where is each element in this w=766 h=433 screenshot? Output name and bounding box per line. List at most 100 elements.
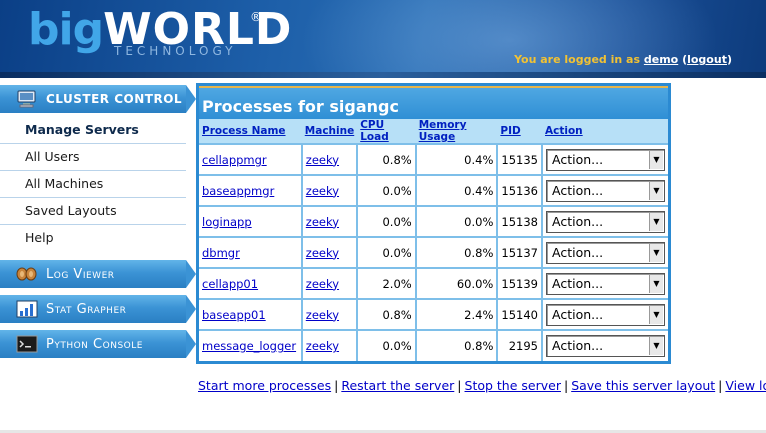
view-log-link[interactable]: View log	[725, 378, 766, 393]
memory-usage-cell: 0.0%	[415, 205, 499, 237]
col-memory-usage[interactable]: Memory Usage	[415, 119, 498, 144]
console-icon	[16, 335, 38, 353]
nav-cluster-control[interactable]: CLUSTER CONTROL	[0, 85, 196, 113]
action-select[interactable]: Action... ▼	[546, 210, 665, 233]
machine-link[interactable]: zeeky	[306, 308, 339, 322]
nav-python-console-label: Python Console	[46, 336, 143, 352]
action-select[interactable]: Action... ▼	[546, 241, 665, 264]
process-name-link[interactable]: dbmgr	[202, 246, 240, 260]
process-name-link[interactable]: baseappmgr	[202, 184, 274, 198]
restart-server-link[interactable]: Restart the server	[341, 378, 454, 393]
machine-link[interactable]: zeeky	[306, 153, 339, 167]
chevron-down-icon: ▼	[649, 212, 663, 231]
pid-cell: 15135	[497, 143, 543, 175]
table-row: baseappmgr zeeky 0.0% 0.4% 15136 Action.…	[199, 174, 668, 206]
pid-cell: 15140	[497, 298, 543, 330]
logo-big: big	[28, 4, 104, 55]
action-select[interactable]: Action... ▼	[546, 179, 665, 202]
nav-stat-grapher[interactable]: Stat Grapher	[0, 295, 196, 323]
server-actions-links: Start more processes | Restart the server |…	[198, 378, 766, 393]
memory-usage-cell: 2.4%	[415, 298, 499, 330]
table-row: cellappmgr zeeky 0.8% 0.4% 15135 Action.…	[199, 143, 668, 175]
panel-title: Processes for sigangc	[199, 86, 668, 119]
action-select[interactable]: Action... ▼	[546, 303, 665, 326]
process-name-link[interactable]: message_logger	[202, 339, 296, 353]
memory-usage-cell: 0.4%	[415, 143, 499, 175]
process-name-link[interactable]: cellappmgr	[202, 153, 267, 167]
log-viewer-icon	[16, 265, 38, 283]
action-select[interactable]: Action... ▼	[546, 272, 665, 295]
cpu-load-cell: 0.0%	[357, 205, 417, 237]
chevron-down-icon: ▼	[649, 337, 663, 355]
action-select[interactable]: Action... ▼	[546, 148, 665, 171]
pid-cell: 15138	[497, 205, 543, 237]
machine-link[interactable]: zeeky	[306, 339, 339, 353]
save-server-layout-link[interactable]: Save this server layout	[571, 378, 715, 393]
table-row: dbmgr zeeky 0.0% 0.8% 15137 Action... ▼	[199, 236, 668, 268]
login-status: You are logged in as demo (logout)	[514, 53, 732, 66]
table-header-row: Process Name Machine CPU Load Memory Usa…	[199, 119, 668, 144]
chevron-down-icon: ▼	[649, 305, 663, 324]
chevron-down-icon: ▼	[649, 150, 663, 169]
nav-python-console[interactable]: Python Console	[0, 330, 196, 358]
chevron-down-icon: ▼	[649, 243, 663, 262]
logo-technology: TECHNOLOGY	[114, 44, 237, 58]
sidebar: CLUSTER CONTROL Manage Servers All Users…	[0, 85, 196, 365]
sidebar-item-saved-layouts[interactable]: Saved Layouts	[0, 198, 186, 225]
cpu-load-cell: 0.0%	[357, 329, 417, 361]
processes-panel: Processes for sigangc Process Name Machi…	[196, 83, 671, 364]
col-cpu-load[interactable]: CPU Load	[357, 119, 416, 144]
cpu-load-cell: 0.8%	[357, 298, 417, 330]
chevron-down-icon: ▼	[649, 181, 663, 200]
memory-usage-cell: 0.4%	[415, 174, 499, 206]
processes-table: Process Name Machine CPU Load Memory Usa…	[199, 119, 668, 361]
process-name-link[interactable]: cellapp01	[202, 277, 258, 291]
sidebar-item-help[interactable]: Help	[0, 225, 186, 252]
machine-link[interactable]: zeeky	[306, 215, 339, 229]
cluster-submenu: Manage Servers All Users All Machines Sa…	[0, 117, 186, 252]
col-machine[interactable]: Machine	[301, 119, 358, 144]
sidebar-item-all-machines[interactable]: All Machines	[0, 171, 186, 198]
chevron-down-icon: ▼	[649, 274, 663, 293]
cpu-load-cell: 0.8%	[357, 143, 417, 175]
cpu-load-cell: 2.0%	[357, 267, 417, 299]
cluster-computer-icon	[16, 90, 38, 108]
process-name-link[interactable]: baseapp01	[202, 308, 266, 322]
sidebar-item-all-users[interactable]: All Users	[0, 144, 186, 171]
col-process-name[interactable]: Process Name	[199, 119, 302, 144]
nav-log-viewer[interactable]: Log Viewer	[0, 260, 196, 288]
nav-stat-grapher-label: Stat Grapher	[46, 301, 127, 317]
table-row: loginapp zeeky 0.0% 0.0% 15138 Action...…	[199, 205, 668, 237]
action-select[interactable]: Action... ▼	[546, 335, 665, 357]
col-action[interactable]: Action	[542, 119, 668, 144]
machine-link[interactable]: zeeky	[306, 246, 339, 260]
header-stripe	[0, 72, 766, 78]
col-pid[interactable]: PID	[497, 119, 542, 144]
cpu-load-cell: 0.0%	[357, 236, 417, 268]
logout-link[interactable]: logout	[687, 53, 727, 66]
login-prefix: You are logged in as	[514, 53, 641, 66]
pid-cell: 15137	[497, 236, 543, 268]
pid-cell: 15139	[497, 267, 543, 299]
memory-usage-cell: 0.8%	[415, 236, 499, 268]
bar-chart-icon	[16, 300, 38, 318]
start-more-processes-link[interactable]: Start more processes	[198, 378, 331, 393]
pid-cell: 2195	[497, 329, 543, 361]
stop-server-link[interactable]: Stop the server	[465, 378, 561, 393]
table-row: cellapp01 zeeky 2.0% 60.0% 15139 Action.…	[199, 267, 668, 299]
header-banner: bigWORLD ® TECHNOLOGY You are logged in …	[0, 0, 766, 78]
logo-registered: ®	[250, 10, 262, 24]
process-name-link[interactable]: loginapp	[202, 215, 252, 229]
machine-link[interactable]: zeeky	[306, 277, 339, 291]
cpu-load-cell: 0.0%	[357, 174, 417, 206]
machine-link[interactable]: zeeky	[306, 184, 339, 198]
nav-log-viewer-label: Log Viewer	[46, 266, 115, 282]
memory-usage-cell: 60.0%	[415, 267, 499, 299]
username-link[interactable]: demo	[644, 53, 678, 66]
header-glow	[300, 0, 720, 78]
memory-usage-cell: 0.8%	[415, 329, 499, 361]
sidebar-item-manage-servers[interactable]: Manage Servers	[0, 117, 186, 144]
table-row: baseapp01 zeeky 0.8% 2.4% 15140 Action..…	[199, 298, 668, 330]
bigworld-logo: bigWORLD ® TECHNOLOGY	[28, 4, 292, 58]
table-row: message_logger zeeky 0.0% 0.8% 2195 Acti…	[199, 329, 668, 361]
